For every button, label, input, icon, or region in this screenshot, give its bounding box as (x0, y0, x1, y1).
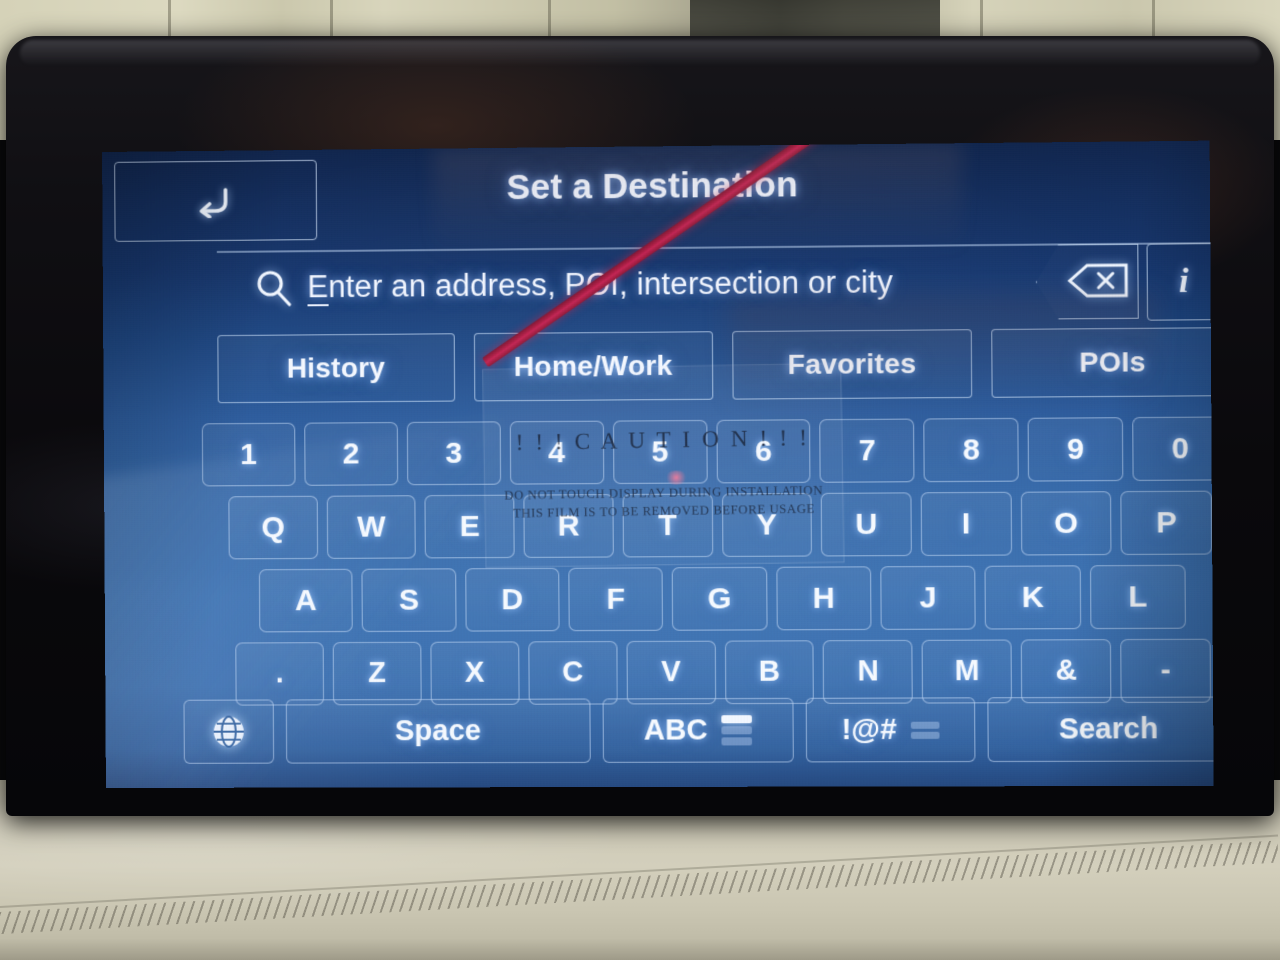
key-4[interactable]: 4 (509, 420, 604, 485)
key-t[interactable]: T (622, 493, 713, 558)
key-n[interactable]: N (823, 639, 914, 704)
key-hyphen[interactable]: - (1120, 638, 1212, 703)
destination-tabs: History Home/Work Favorites POIs (217, 327, 1214, 404)
key-f[interactable]: F (568, 567, 664, 632)
search-placeholder-rest: nter an address, POI, intersection or ci… (328, 264, 893, 305)
search-placeholder: Enter an address, POI, intersection or c… (307, 264, 893, 307)
key-j[interactable]: J (880, 565, 976, 630)
key-5[interactable]: 5 (612, 419, 708, 485)
tab-favorites[interactable]: Favorites (731, 329, 973, 400)
dashboard-stitching (0, 840, 1279, 934)
symbols-indicator-icon (910, 721, 940, 739)
key-u[interactable]: U (820, 492, 912, 557)
backspace-icon (1067, 262, 1131, 299)
on-screen-keyboard: 1 2 3 4 5 6 7 8 9 0 Q W E R T Y U I O P … (201, 416, 1214, 715)
symbols-layout-key[interactable]: !@# (805, 697, 976, 763)
key-6[interactable]: 6 (716, 419, 811, 484)
key-period[interactable]: . (235, 642, 324, 706)
key-y[interactable]: Y (721, 492, 813, 557)
key-m[interactable]: M (921, 639, 1013, 704)
symbols-label: !@# (841, 713, 897, 746)
key-ampersand[interactable]: & (1021, 639, 1112, 704)
key-l[interactable]: L (1089, 564, 1186, 630)
abc-label: ABC (643, 713, 708, 747)
key-g[interactable]: G (672, 566, 768, 631)
key-2[interactable]: 2 (304, 422, 398, 486)
tab-home-work[interactable]: Home/Work (473, 331, 713, 402)
backspace-button[interactable] (1036, 244, 1139, 320)
abc-layout-key[interactable]: ABC (602, 697, 794, 763)
key-9[interactable]: 9 (1027, 417, 1124, 482)
key-c[interactable]: C (528, 641, 618, 705)
globe-language-icon (210, 713, 248, 751)
keyboard-row-asdf: A S D F G H J K L (203, 564, 1214, 633)
key-7[interactable]: 7 (819, 418, 915, 483)
photo-scene: Set a Destination Enter an address, POI,… (0, 0, 1280, 960)
key-d[interactable]: D (464, 567, 560, 632)
key-1[interactable]: 1 (201, 422, 296, 487)
tab-pois[interactable]: POIs (991, 327, 1214, 398)
layout-indicator-icon (721, 715, 753, 746)
key-x[interactable]: X (430, 641, 520, 706)
key-e[interactable]: E (424, 494, 515, 559)
key-3[interactable]: 3 (406, 421, 501, 486)
key-q[interactable]: Q (228, 495, 318, 560)
nav-destination-screen: Set a Destination Enter an address, POI,… (102, 140, 1214, 789)
keyboard-row-zxcv: . Z X C V B N M & - (203, 638, 1213, 706)
key-s[interactable]: S (361, 568, 457, 632)
key-i[interactable]: I (920, 491, 1012, 556)
search-caret-letter: E (307, 269, 329, 307)
key-b[interactable]: B (724, 640, 815, 705)
key-p[interactable]: P (1120, 490, 1213, 555)
key-h[interactable]: H (775, 566, 872, 631)
search-icon (253, 267, 293, 307)
key-a[interactable]: A (258, 568, 354, 633)
key-8[interactable]: 8 (923, 417, 1020, 483)
info-button[interactable]: i (1146, 243, 1214, 321)
key-o[interactable]: O (1020, 491, 1112, 556)
infotainment-screen: Set a Destination Enter an address, POI,… (102, 140, 1214, 789)
key-r[interactable]: R (523, 494, 614, 558)
keyboard-row-qwerty: Q W E R T Y U I O P (202, 490, 1213, 560)
language-button[interactable] (183, 699, 275, 764)
space-key[interactable]: Space (285, 698, 591, 764)
tab-history[interactable]: History (217, 333, 455, 404)
search-button[interactable]: Search (987, 696, 1214, 763)
key-z[interactable]: Z (332, 641, 422, 706)
keyboard-function-row: Space ABC !@# Search (183, 696, 1214, 764)
key-k[interactable]: K (984, 565, 1081, 630)
key-0[interactable]: 0 (1132, 416, 1214, 481)
bezel-gloss (20, 40, 1260, 66)
key-v[interactable]: V (626, 640, 716, 705)
key-w[interactable]: W (326, 495, 417, 559)
keyboard-row-numbers: 1 2 3 4 5 6 7 8 9 0 (201, 416, 1214, 487)
